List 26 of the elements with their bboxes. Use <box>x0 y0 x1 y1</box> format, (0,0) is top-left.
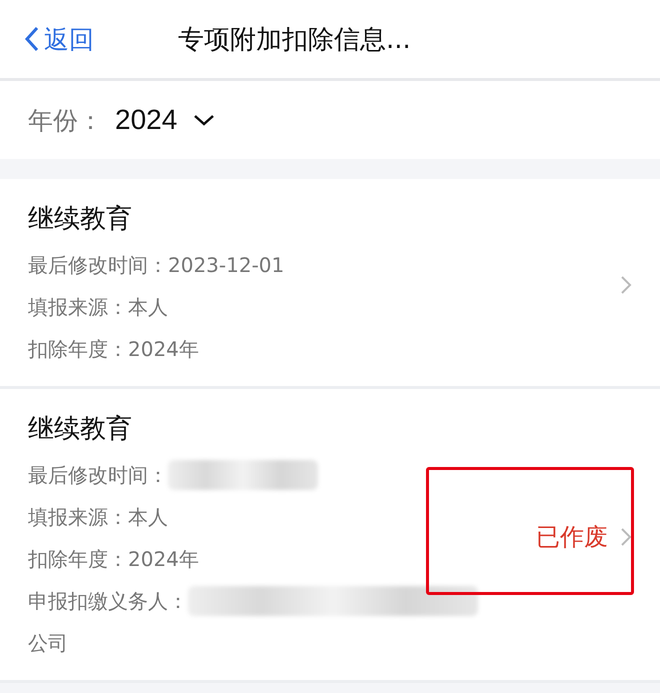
record-title: 继续教育 <box>28 413 133 446</box>
back-link[interactable]: 返回 <box>24 22 94 56</box>
page-title: 专项附加扣除信息... <box>178 24 411 56</box>
field-value: 2024年 <box>128 336 199 362</box>
record-card[interactable]: 继续教育 最后修改时间： 填报来源：本人 扣除年度：2024年 申报扣缴义务人： 公司 已作废 <box>0 389 660 683</box>
field-value: 本人 <box>128 294 168 320</box>
chevron-down-icon <box>193 114 216 126</box>
field-value: 本人 <box>128 504 168 530</box>
field-label: 申报扣缴义务人： <box>28 588 188 614</box>
field-label: 最后修改时间： <box>28 462 168 488</box>
field-label: 最后修改时间： <box>28 252 168 278</box>
field-label: 扣除年度： <box>28 546 128 572</box>
record-card[interactable]: 继续教育 最后修改时间：2023-12-01 填报来源：本人 扣除年度：2024年 <box>0 179 660 389</box>
field-value: 2024年 <box>128 546 199 572</box>
field-label: 填报来源： <box>28 294 128 320</box>
status-text: 已作废 <box>536 522 608 552</box>
field-value: 2023-12-01 <box>168 253 284 277</box>
back-icon <box>24 25 40 53</box>
field-label: 填报来源： <box>28 504 128 530</box>
chevron-right-icon <box>620 274 632 294</box>
field-label: 扣除年度： <box>28 336 128 362</box>
year-label: 年份： <box>28 104 103 136</box>
record-title: 继续教育 <box>28 203 133 236</box>
chevron-right-icon <box>620 526 632 546</box>
field-value: 公司 <box>28 630 68 656</box>
year-dropdown[interactable]: 2024 <box>115 104 216 136</box>
